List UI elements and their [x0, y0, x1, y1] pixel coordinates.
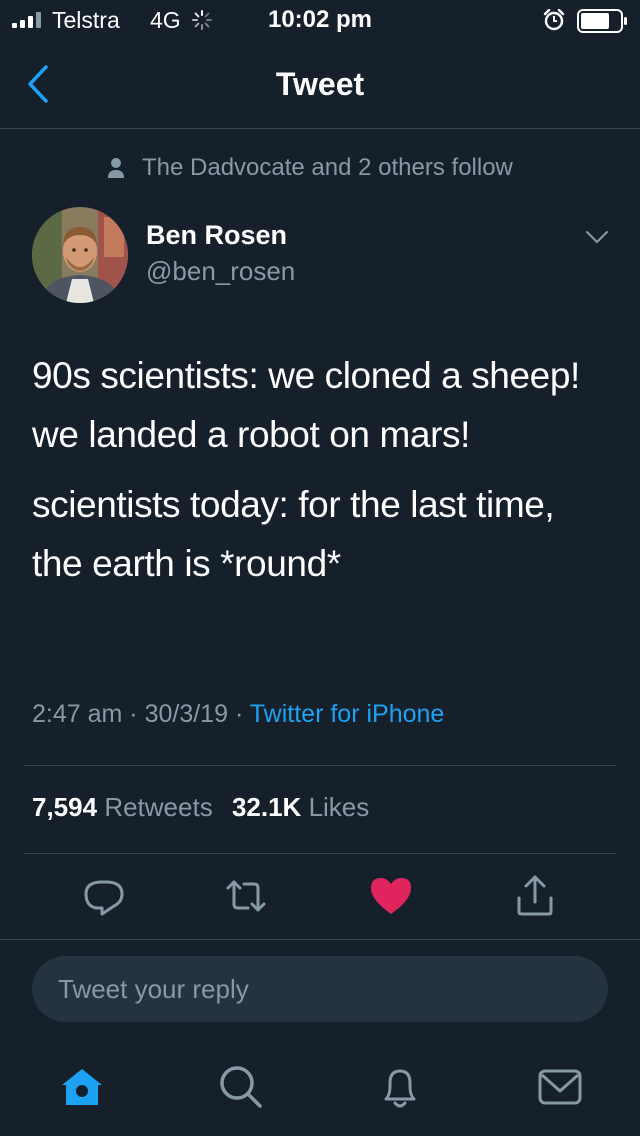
status-bar: Telstra 4G 10:02 pm	[0, 0, 640, 40]
person-icon	[108, 158, 124, 178]
tweet-stats: 7,594 Retweets 32.1K Likes	[32, 792, 381, 823]
retweet-icon[interactable]	[222, 872, 270, 920]
tweet-meta: 2:47 am · 30/3/19 · Twitter for iPhone	[32, 700, 444, 729]
tweet-text: 90s scientists: we cloned a sheep! we la…	[32, 346, 612, 593]
social-context-text: The Dadvocate and 2 others follow	[142, 154, 513, 181]
home-icon[interactable]	[58, 1063, 106, 1111]
author-handle[interactable]: @ben_rosen	[146, 256, 295, 287]
tweet-paragraph: scientists today: for the last time, the…	[32, 484, 555, 584]
tweet-detail-screen: Telstra 4G 10:02 pm Tweet The Dadvocate …	[0, 0, 640, 1136]
likes-stat[interactable]: 32.1K Likes	[232, 792, 369, 822]
reply-input[interactable]: Tweet your reply	[32, 956, 608, 1022]
divider	[24, 765, 616, 766]
tweet-time: 2:47 am	[32, 700, 123, 728]
navigation-bar: Tweet	[0, 40, 640, 129]
messages-icon[interactable]	[536, 1063, 584, 1111]
avatar[interactable]	[32, 207, 128, 303]
retweets-count: 7,594	[32, 792, 98, 822]
meta-separator: ·	[234, 700, 244, 728]
divider	[24, 853, 616, 854]
notifications-icon[interactable]	[376, 1063, 424, 1111]
tweet-paragraph: 90s scientists: we cloned a sheep! we la…	[32, 355, 580, 455]
meta-separator: ·	[129, 700, 138, 728]
likes-label: Likes	[308, 792, 370, 822]
reply-placeholder: Tweet your reply	[58, 973, 249, 1004]
tweet-date: 30/3/19	[144, 700, 228, 728]
alarm-icon	[543, 9, 565, 31]
likes-count: 32.1K	[231, 792, 302, 822]
share-icon[interactable]	[511, 872, 559, 920]
battery-icon	[577, 9, 627, 33]
retweets-label: Retweets	[104, 792, 213, 822]
tweet-source-link[interactable]: Twitter for iPhone	[250, 700, 445, 728]
chevron-down-icon[interactable]	[585, 229, 609, 245]
divider	[0, 939, 640, 940]
social-context[interactable]: The Dadvocate and 2 others follow	[108, 150, 513, 186]
search-icon[interactable]	[217, 1063, 265, 1111]
page-title: Tweet	[275, 66, 365, 102]
retweets-stat[interactable]: 7,594 Retweets	[32, 792, 213, 822]
author-name[interactable]: Ben Rosen	[146, 220, 287, 251]
like-icon[interactable]	[367, 872, 415, 920]
reply-icon[interactable]	[80, 872, 128, 920]
